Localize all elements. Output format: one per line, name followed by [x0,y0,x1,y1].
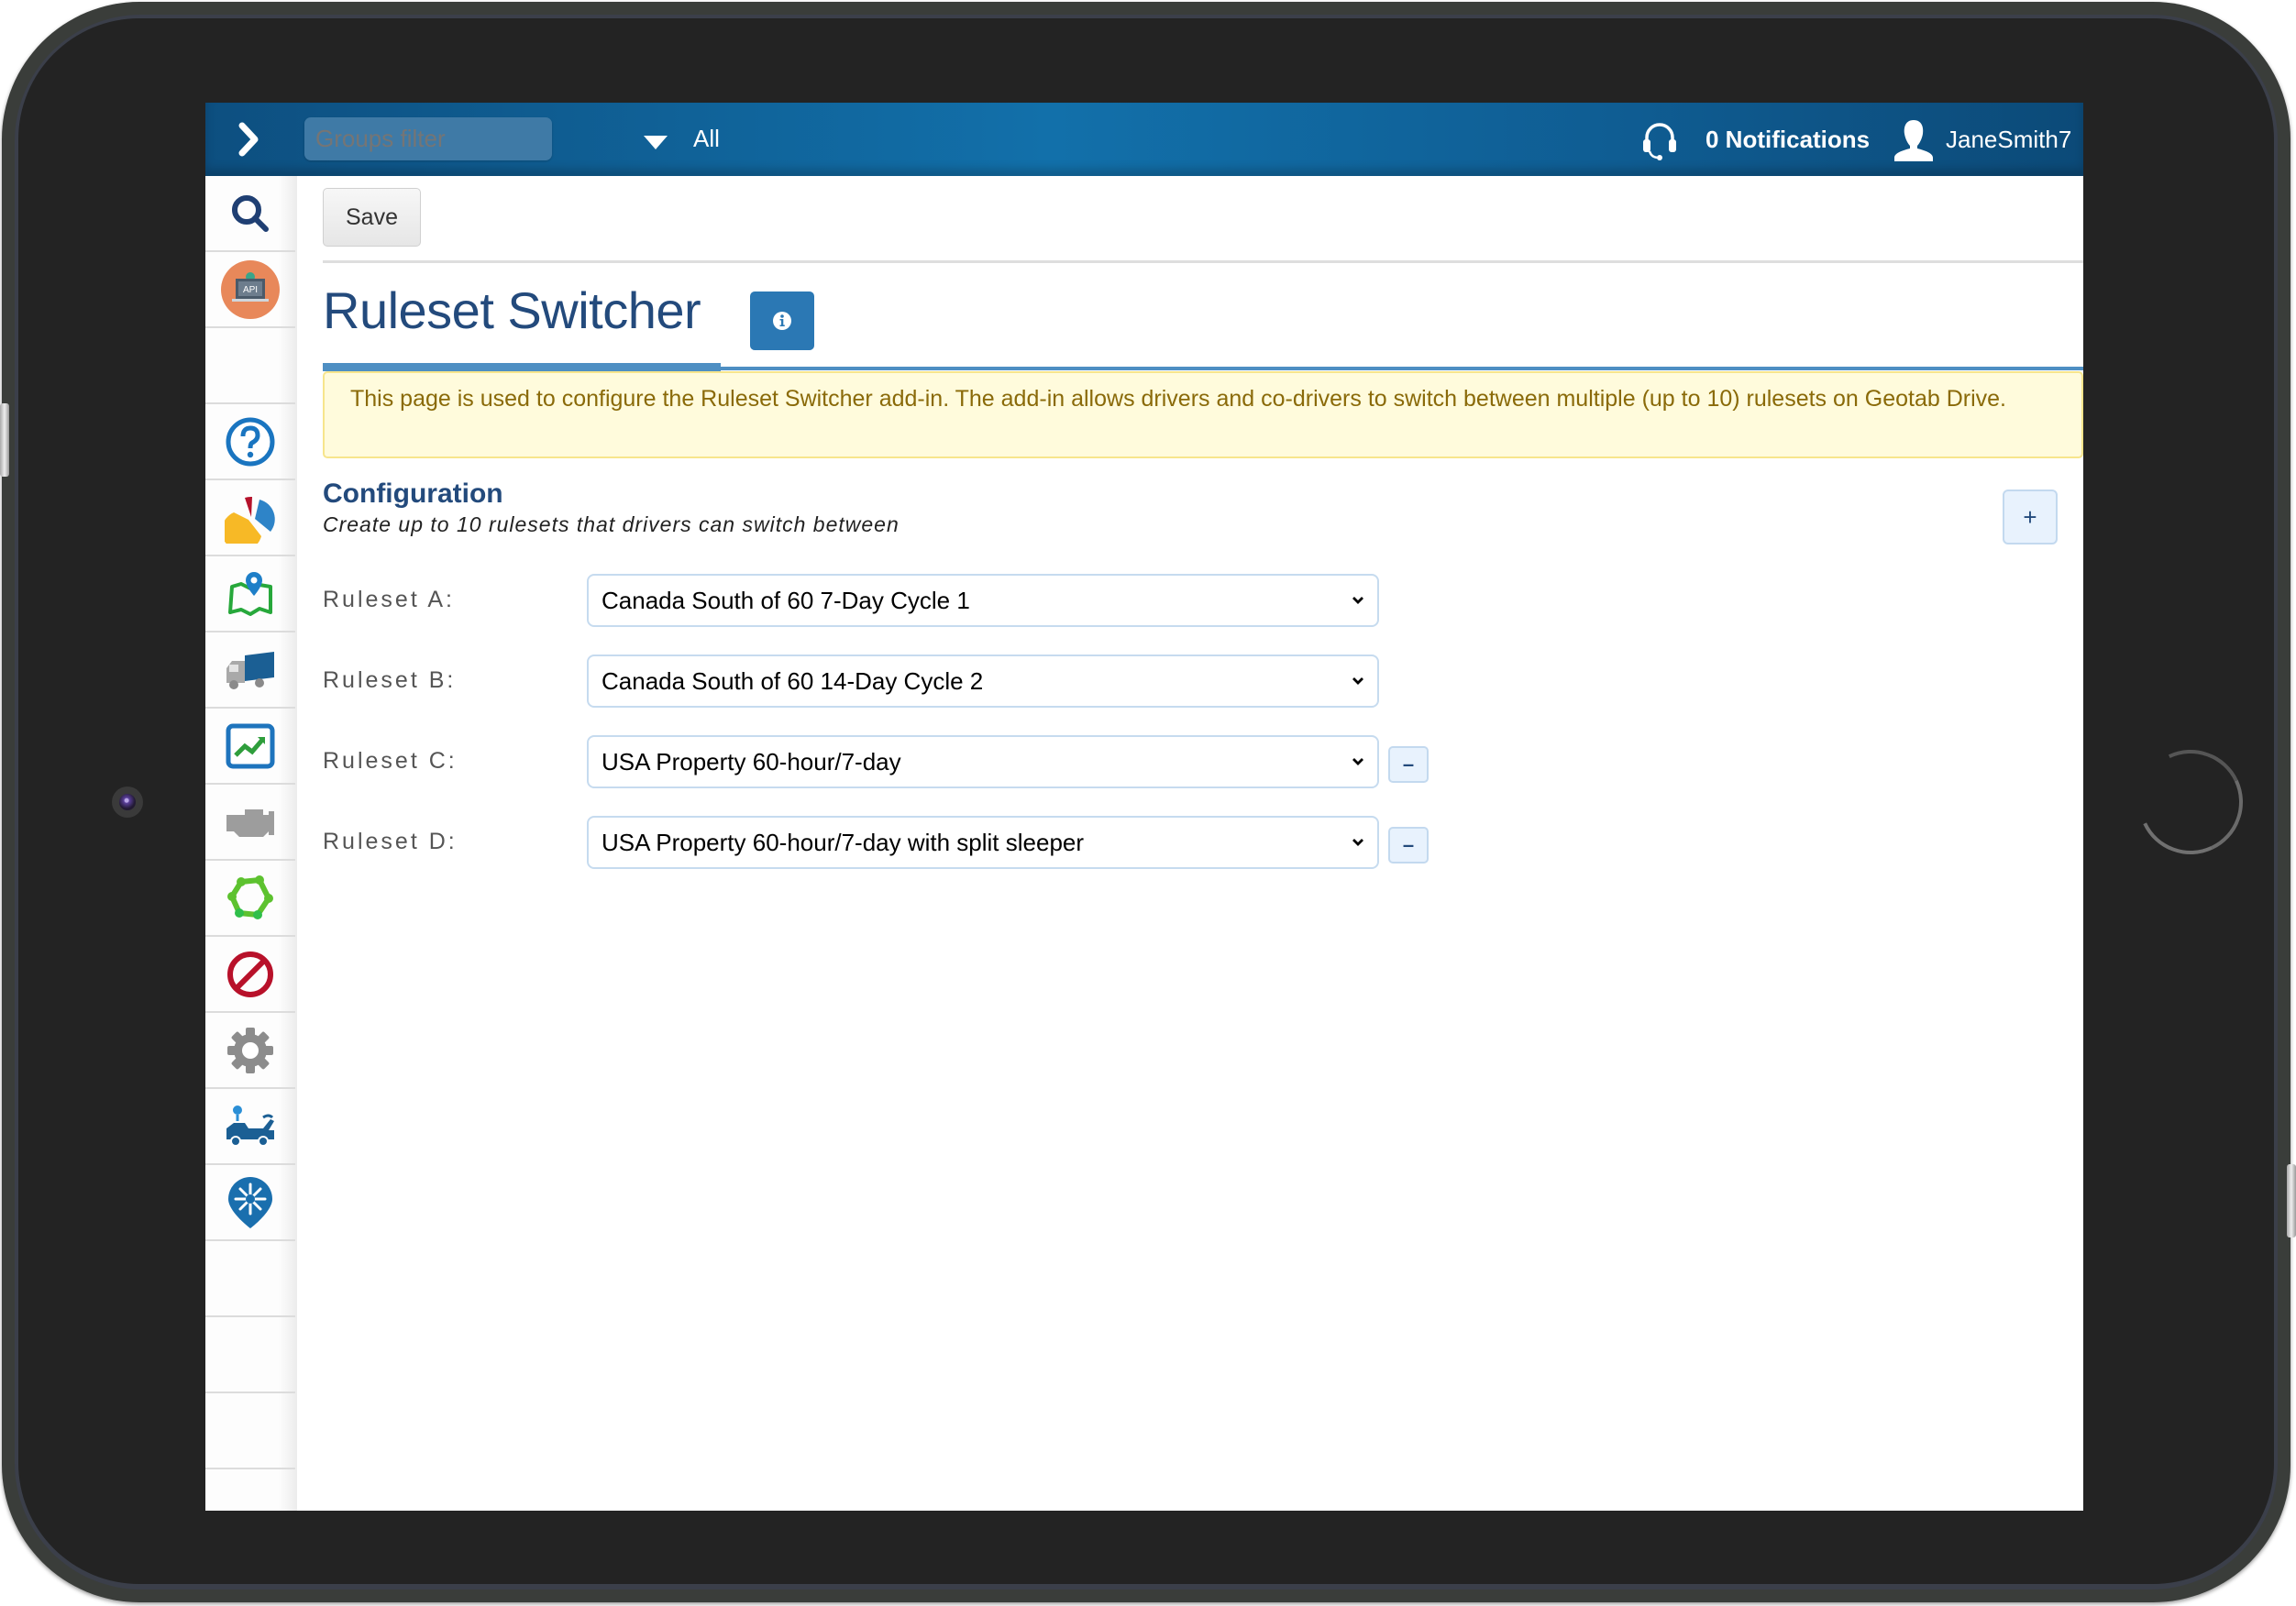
ruleset-row: Ruleset A: Canada South of 60 7-Day Cycl… [323,574,1515,629]
exceptions-icon [227,951,273,997]
configuration-subtitle: Create up to 10 rulesets that drivers ca… [323,512,900,536]
sidebar-item-engine[interactable] [205,785,295,861]
sidebar-item-search[interactable] [205,176,295,252]
sidebar-item-empty [205,1317,295,1393]
user-avatar-icon[interactable] [1891,117,1937,163]
expand-menu-button[interactable] [231,121,268,158]
pie-chart-icon [225,496,275,544]
front-camera [112,786,143,818]
notifications-headset-icon[interactable] [1642,121,1677,161]
sidebar-item-rules[interactable] [205,861,295,937]
configuration-title: Configuration [323,478,503,509]
page-title: Ruleset Switcher [323,281,701,339]
sidebar-item-settings[interactable] [205,1013,295,1089]
move-pin-icon [228,1176,272,1228]
map-icon [228,571,272,616]
groups-selected-value[interactable]: All [693,125,720,153]
groups-filter-input[interactable] [304,117,552,160]
ruleset-label: Ruleset C: [323,748,458,774]
sidebar-item-activity[interactable] [205,709,295,785]
info-button[interactable] [750,292,814,350]
ruleset-d-select[interactable]: USA Property 60-hour/7-day with split sl… [587,816,1379,869]
rules-icon [227,874,273,919]
ruleset-row: Ruleset B: Canada South of 60 14-Day Cyc… [323,654,1515,710]
save-button[interactable]: Save [323,188,421,247]
ruleset-row: Ruleset C: USA Property 60-hour/7-day – [323,735,1515,790]
api-addin-icon: API [221,259,280,319]
engine-icon [226,808,274,837]
toolbar-divider [323,260,2083,263]
sidebar: API [205,176,297,1511]
sidebar-item-zones[interactable] [205,1165,295,1241]
sidebar-item-empty [205,328,295,404]
sidebar-item-roadside[interactable] [205,1089,295,1165]
power-button [2287,1164,2296,1238]
sidebar-item-api-addin[interactable]: API [205,252,295,328]
sidebar-item-help[interactable] [205,404,295,480]
sidebar-item-vehicles[interactable] [205,632,295,709]
remove-ruleset-c-button[interactable]: – [1388,746,1429,783]
sidebar-item-dashboard[interactable] [205,480,295,556]
app-screen: All 0 Notifications JaneSmith7 API [205,103,2083,1511]
gear-icon [227,1027,273,1073]
username-label[interactable]: JaneSmith7 [1946,126,2071,154]
info-notice: This page is used to configure the Rules… [323,371,2083,458]
ruleset-row: Ruleset D: USA Property 60-hour/7-day wi… [323,816,1515,871]
ruleset-label: Ruleset B: [323,667,457,693]
ruleset-c-select[interactable]: USA Property 60-hour/7-day [587,735,1379,788]
ruleset-label: Ruleset D: [323,829,458,854]
top-navigation-bar: All 0 Notifications JaneSmith7 [205,103,2083,176]
chevron-right-icon [238,122,259,157]
main-content: Save Ruleset Switcher This page is used … [323,176,2083,1511]
remove-ruleset-d-button[interactable]: – [1388,827,1429,864]
sidebar-item-empty [205,1241,295,1317]
title-underline-accent [323,363,721,371]
activity-chart-icon [226,723,275,768]
ruleset-label: Ruleset A: [323,587,455,612]
sidebar-item-empty [205,1393,295,1469]
search-icon [232,194,269,232]
volume-button [0,403,9,477]
sidebar-item-map[interactable] [205,556,295,632]
ruleset-a-select[interactable]: Canada South of 60 7-Day Cycle 1 [587,574,1379,627]
info-icon [773,312,791,330]
sidebar-item-exceptions[interactable] [205,937,295,1013]
svg-text:API: API [243,285,258,295]
add-ruleset-button[interactable]: + [2003,490,2058,544]
tow-truck-icon [226,1105,274,1147]
notifications-count[interactable]: 0 Notifications [1705,126,1870,154]
groups-dropdown-caret-icon[interactable] [644,136,668,149]
help-icon [226,417,275,466]
truck-icon [226,651,274,689]
ruleset-b-select[interactable]: Canada South of 60 14-Day Cycle 2 [587,654,1379,708]
